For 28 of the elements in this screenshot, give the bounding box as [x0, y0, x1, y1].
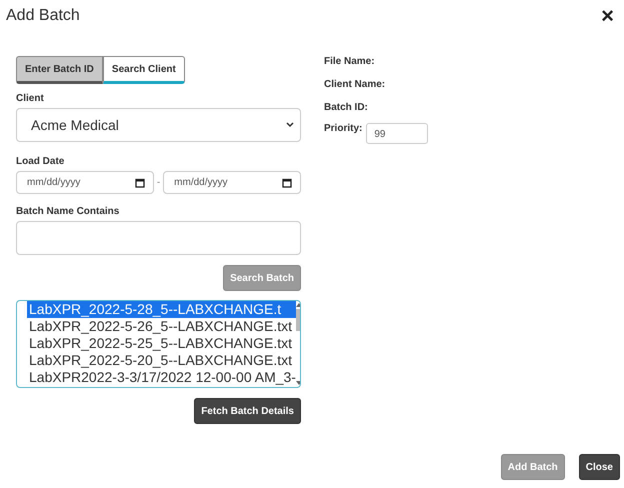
date-separator: - [156, 177, 160, 188]
field-label: Client [16, 93, 44, 104]
list-item[interactable]: LabXPR_2022-5-28_5--LABXCHANGE.t [27, 301, 296, 318]
priority-label: Priority: [324, 123, 362, 134]
batch-id-label: Batch ID: [324, 102, 368, 113]
dialog-title: Add Batch [6, 7, 80, 25]
field-label: Batch Name Contains [16, 206, 120, 217]
list-item[interactable]: LabXPR_2022-5-20_5--LABXCHANGE.txt [27, 352, 296, 369]
priority-field[interactable]: 99 [366, 123, 428, 144]
footer-button[interactable]: Close [578, 454, 620, 480]
close-button[interactable]: × [597, 6, 618, 26]
list-item[interactable]: LabXPR2022-3-3/17/2022 12-00-00 AM_3- [27, 369, 296, 386]
calendar-icon [134, 178, 145, 188]
chevron-down-icon [286, 122, 294, 128]
tab[interactable]: Search Client [102, 56, 185, 84]
date-field[interactable]: mm/dd/yyyy [16, 171, 154, 194]
file-name-label: File Name: [324, 56, 375, 67]
list-item[interactable]: LabXPR_2022-5-26_5--LABXCHANGE.txt [27, 318, 296, 335]
date-field[interactable]: mm/dd/yyyy [163, 171, 301, 194]
client-name-label: Client Name: [324, 79, 386, 90]
client-select[interactable]: Acme Medical [16, 108, 301, 142]
calendar-icon [282, 178, 292, 188]
batch-listbox[interactable]: LabXPR_2022-5-28_5--LABXCHANGE.t LabXPR_2022-5-26_5--LABXCHANGE.txt LabXPR_2022-5-25_5--LABXCHANGE.txt LabXPR_2022-5-20_5--LABXCHANGE.txt LabXPR2022-3-3/17/2022 12-00-00 AM_3- [16, 300, 301, 388]
tab[interactable]: Enter Batch ID [16, 56, 103, 84]
input-field[interactable] [16, 221, 301, 255]
list-item[interactable]: LabXPR_2022-5-25_5--LABXCHANGE.txt [27, 335, 296, 352]
fetch-batch-details-button[interactable]: Fetch Batch Details [194, 398, 301, 424]
field-label: Load Date [16, 156, 64, 167]
